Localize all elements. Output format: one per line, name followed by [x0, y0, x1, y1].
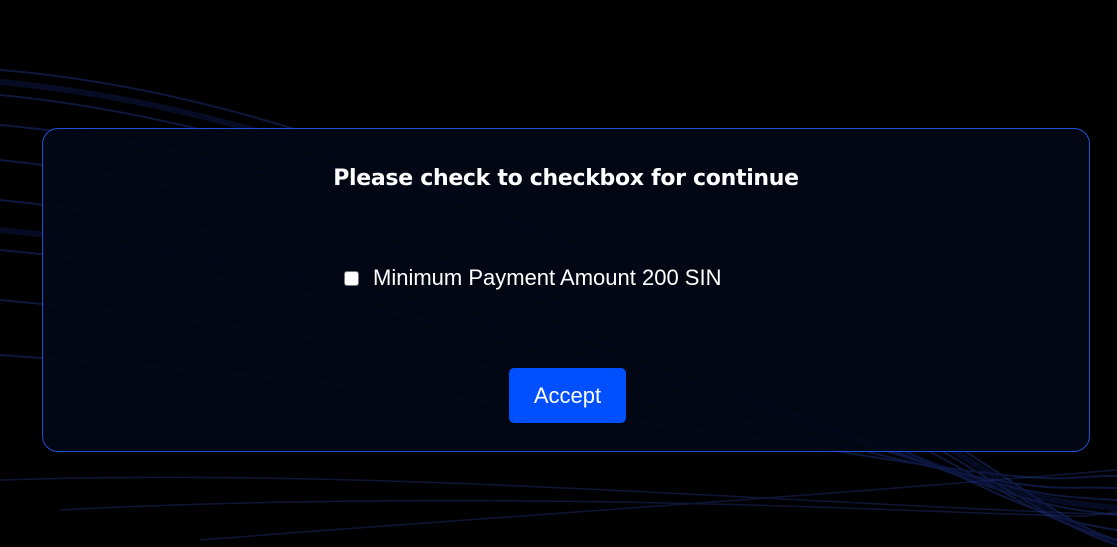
payment-checkbox-row[interactable]: Minimum Payment Amount 200 SIN — [344, 265, 721, 291]
modal-title: Please check to checkbox for continue — [333, 166, 799, 191]
payment-checkbox-label: Minimum Payment Amount 200 SIN — [373, 265, 722, 290]
accept-button[interactable]: Accept — [509, 368, 626, 423]
payment-checkbox[interactable] — [344, 270, 359, 286]
confirmation-modal: Please check to checkbox for continue Mi… — [42, 128, 1090, 452]
